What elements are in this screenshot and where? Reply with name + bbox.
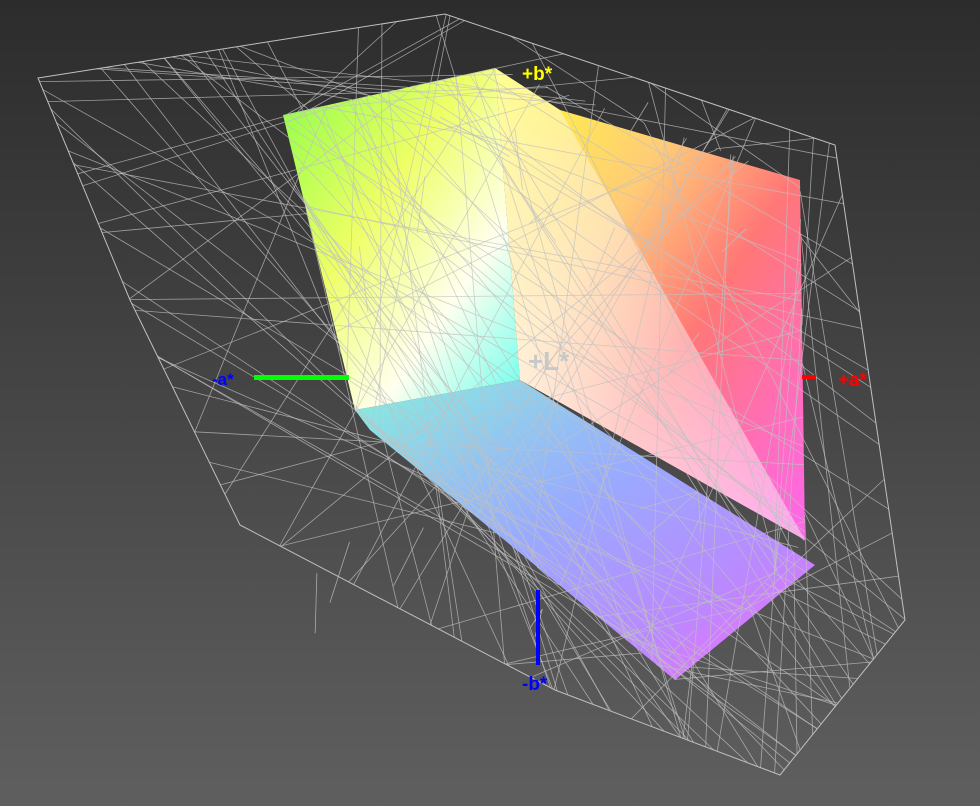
mesh-edge bbox=[715, 137, 816, 150]
a-plus-axis-line bbox=[802, 375, 816, 379]
mesh-edge bbox=[620, 634, 837, 706]
mesh-edge bbox=[674, 661, 872, 680]
axis-label-l-plus: +L* bbox=[528, 346, 570, 376]
mesh-edge bbox=[802, 363, 875, 659]
gamut-3d-view[interactable]: +b* -a* +a* -b* +L* bbox=[0, 0, 980, 806]
a-minus-axis-line bbox=[254, 375, 349, 380]
b-minus-axis-line bbox=[536, 590, 540, 665]
mesh-edge bbox=[103, 67, 409, 88]
axis-label-a-plus: +a* bbox=[838, 370, 868, 391]
mesh-edge bbox=[329, 541, 350, 603]
mesh-edge bbox=[747, 601, 801, 751]
mesh-edge bbox=[77, 106, 318, 175]
axis-label-b-minus: -b* bbox=[522, 674, 548, 695]
mesh-edge bbox=[314, 573, 318, 634]
mesh-edge bbox=[102, 213, 308, 234]
axis-label-b-plus: +b* bbox=[522, 64, 553, 85]
axis-label-a-minus: -a* bbox=[212, 370, 234, 389]
